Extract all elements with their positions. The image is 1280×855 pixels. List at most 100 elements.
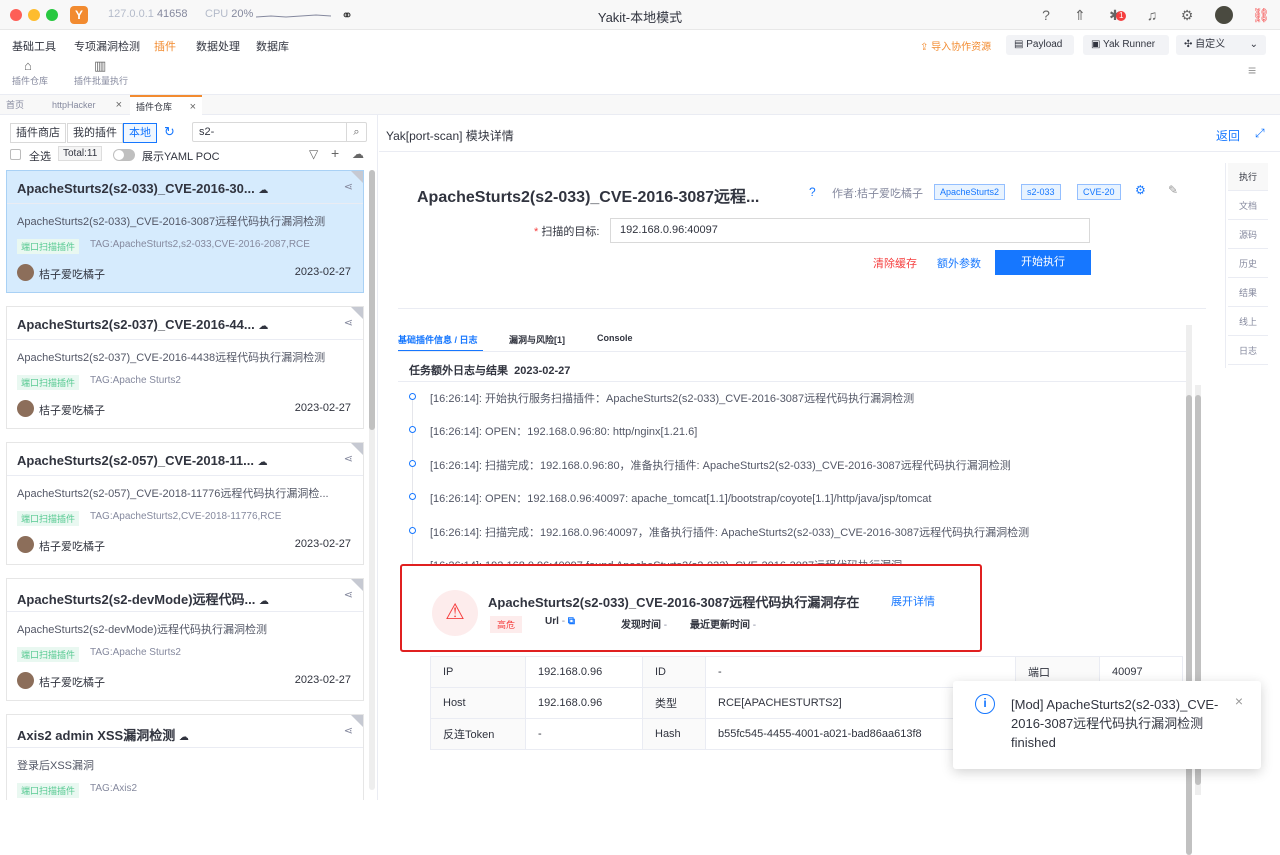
side-tab-execute[interactable]: 执行 — [1228, 163, 1268, 191]
custom-dropdown[interactable]: ✣ 自定义 ⌄ — [1176, 35, 1266, 55]
share-icon[interactable]: ⋖ — [344, 180, 353, 193]
side-tab-source[interactable]: 源码 — [1228, 221, 1268, 249]
plugin-card[interactable]: ApacheSturts2(s2-057)_CVE-2018-11... ☁ ⋖ A… — [6, 442, 364, 565]
tab-vuln-risk[interactable]: 漏洞与风险[1] — [509, 333, 565, 346]
bug-icon[interactable]: ✱ 1 — [1106, 6, 1127, 24]
seg-plugin-store[interactable]: 插件商店 — [10, 123, 66, 143]
house-icon[interactable]: ⌂ — [24, 58, 32, 73]
disconnect-icon[interactable]: ⛓ — [1252, 6, 1270, 24]
cell-ip-key: IP — [430, 656, 526, 688]
fullscreen-icon[interactable]: ⤢ — [1255, 126, 1265, 141]
tab-home[interactable]: 首页 — [0, 95, 45, 115]
sub-plugin-store[interactable]: 插件仓库 — [12, 74, 48, 87]
settings-icon[interactable]: ⚙ — [1135, 183, 1146, 197]
author-avatar — [17, 536, 34, 553]
extra-params-button[interactable]: 额外参数 — [937, 255, 981, 271]
select-all-label: 全选 — [29, 151, 51, 163]
found-time-field: 发现时间 - — [621, 620, 668, 631]
start-button[interactable]: 开始执行 — [995, 250, 1091, 275]
tab-httphacker[interactable]: httpHacker × — [46, 95, 128, 115]
cell-host-key: Host — [430, 687, 526, 719]
plugin-author: 桔子爱吃橘子 — [39, 677, 105, 689]
tab-console[interactable]: Console — [597, 333, 633, 343]
plugin-author: 桔子爱吃橘子 — [39, 269, 105, 281]
cloud-upload-icon[interactable]: ☁ — [352, 147, 364, 161]
menu-data-processing[interactable]: 数据处理 — [196, 38, 240, 54]
rocket-icon[interactable]: ⇑ — [1071, 6, 1089, 24]
side-tab-history[interactable]: 历史 — [1228, 250, 1268, 278]
side-tab-logs[interactable]: 日志 — [1228, 337, 1268, 365]
gear-icon[interactable]: ⚙ — [1178, 6, 1196, 24]
edit-icon[interactable]: ✎ — [1168, 183, 1178, 197]
bell-icon[interactable]: ♫ — [1143, 6, 1161, 24]
plugin-name: ApacheSturts2(s2-033)_CVE-2016-3087远程... — [417, 189, 760, 206]
cell-token-value: - — [525, 718, 643, 750]
cloud-icon: ☁ — [257, 457, 268, 468]
plugin-card-title: ApacheSturts2(s2-devMode)远程代码... ☁ — [17, 592, 269, 607]
section-title: 任务额外日志与结果 2023-02-27 — [409, 365, 571, 377]
plugin-card[interactable]: ApacheSturts2(s2-033)_CVE-2016-30... ☁ ⋖ A… — [6, 170, 364, 293]
yaml-toggle[interactable] — [113, 149, 135, 161]
side-tab-results[interactable]: 结果 — [1228, 279, 1268, 307]
select-all-checkbox[interactable] — [10, 149, 21, 160]
question-icon[interactable]: ? — [809, 185, 816, 199]
side-tab-docs[interactable]: 文档 — [1228, 192, 1268, 220]
sub-batch-execute[interactable]: 插件批量执行 — [74, 74, 128, 87]
cell-hash-key: Hash — [642, 718, 706, 750]
seg-local[interactable]: 本地 — [123, 123, 157, 143]
back-button[interactable]: 返回 — [1216, 127, 1240, 144]
filter-icon[interactable]: ▽ — [309, 147, 318, 161]
plugin-card-desc: ApacheSturts2(s2-devMode)远程代码执行漏洞检测 — [17, 624, 268, 636]
chevron-down-icon: ⌄ — [1249, 39, 1258, 50]
seg-my-plugins[interactable]: 我的插件 — [67, 123, 123, 143]
plugin-card[interactable]: ApacheSturts2(s2-037)_CVE-2016-44... ☁ ⋖ A… — [6, 306, 364, 429]
cell-id-key: ID — [642, 656, 706, 688]
menu-database[interactable]: 数据库 — [256, 38, 289, 54]
share-icon[interactable]: ⋖ — [344, 316, 353, 329]
log-line: [16:26:14]: 开始执行服务扫描插件：ApacheSturts2(s2-… — [430, 393, 915, 405]
refresh-icon[interactable]: ↻ — [164, 124, 175, 140]
side-tab-online[interactable]: 线上 — [1228, 308, 1268, 336]
help-icon[interactable]: ? — [1037, 6, 1055, 24]
payload-button[interactable]: ▤ Payload — [1006, 35, 1074, 55]
menu-basic-tools[interactable]: 基础工具 — [12, 38, 56, 54]
close-icon[interactable]: × — [1235, 693, 1243, 709]
share-icon[interactable]: ⋖ — [344, 452, 353, 465]
menu-plugins[interactable]: 插件 — [154, 38, 176, 54]
expand-details-link[interactable]: 展开详情 — [891, 593, 935, 609]
menu-vuln-detection[interactable]: 专项漏洞检测 — [74, 38, 140, 54]
share-icon[interactable]: ⋖ — [344, 588, 353, 601]
yak-runner-button[interactable]: ▣ Yak Runner — [1083, 35, 1169, 55]
plugin-card[interactable]: Axis2 admin XSS漏洞检测 ☁ ⋖ 登录后XSS漏洞 端口扫描插件 TAG:… — [6, 714, 364, 800]
plugin-card-title: Axis2 admin XSS漏洞检测 ☁ — [17, 728, 189, 743]
share-icon[interactable]: ⋖ — [344, 724, 353, 737]
plugin-card[interactable]: ApacheSturts2(s2-devMode)远程代码... ☁ ⋖ Apach… — [6, 578, 364, 701]
target-input[interactable]: 192.168.0.96:40097 — [610, 218, 1090, 243]
copy-icon[interactable]: ⧉ — [568, 616, 575, 627]
plugin-author: 桔子爱吃橘子 — [39, 405, 105, 417]
close-tab-icon[interactable]: × — [190, 97, 196, 117]
search-input[interactable]: s2- ⌕ — [192, 122, 367, 142]
clear-cache-button[interactable]: 清除缓存 — [873, 255, 917, 271]
tab-plugin-store[interactable]: 插件仓库 × — [130, 95, 202, 115]
tab-plugin-log[interactable]: 基础插件信息 / 日志 — [398, 333, 478, 346]
cloud-icon: ☁ — [178, 732, 189, 743]
vuln-title: ApacheSturts2(s2-033)_CVE-2016-3087远程代码执… — [488, 595, 860, 610]
log-line: [16:26:14]: 扫描完成：192.168.0.96:40097，准备执行… — [430, 527, 1030, 539]
plugin-card-desc: ApacheSturts2(s2-033)_CVE-2016-3087远程代码执… — [17, 216, 326, 228]
plugin-type-tag: 端口扫描插件 — [17, 783, 80, 798]
toast-message: [Mod] ApacheSturts2(s2-033)_CVE-2016-308… — [1011, 697, 1219, 750]
collapse-menu-icon[interactable]: ≡ — [1248, 62, 1256, 78]
add-icon[interactable]: + — [331, 145, 339, 161]
updated-time-field: 最近更新时间 - — [690, 620, 757, 631]
batch-icon[interactable]: ▥ — [94, 58, 106, 74]
close-tab-icon[interactable]: × — [116, 95, 122, 115]
plugin-list-scrollbar[interactable] — [369, 170, 375, 790]
plugin-list-panel: 插件商店 我的插件 本地 ↻ s2- ⌕ 全选 Total:11 展示YAML P… — [0, 115, 378, 800]
plugin-type-tag: 端口扫描插件 — [17, 647, 80, 662]
user-avatar[interactable] — [1215, 6, 1233, 24]
target-label: * 扫描的目标: — [534, 226, 600, 238]
plugin-tag: CVE-20 — [1077, 184, 1121, 200]
search-icon[interactable]: ⌕ — [346, 123, 366, 141]
import-resources-button[interactable]: ⇪ 导入协作资源 — [920, 38, 991, 53]
